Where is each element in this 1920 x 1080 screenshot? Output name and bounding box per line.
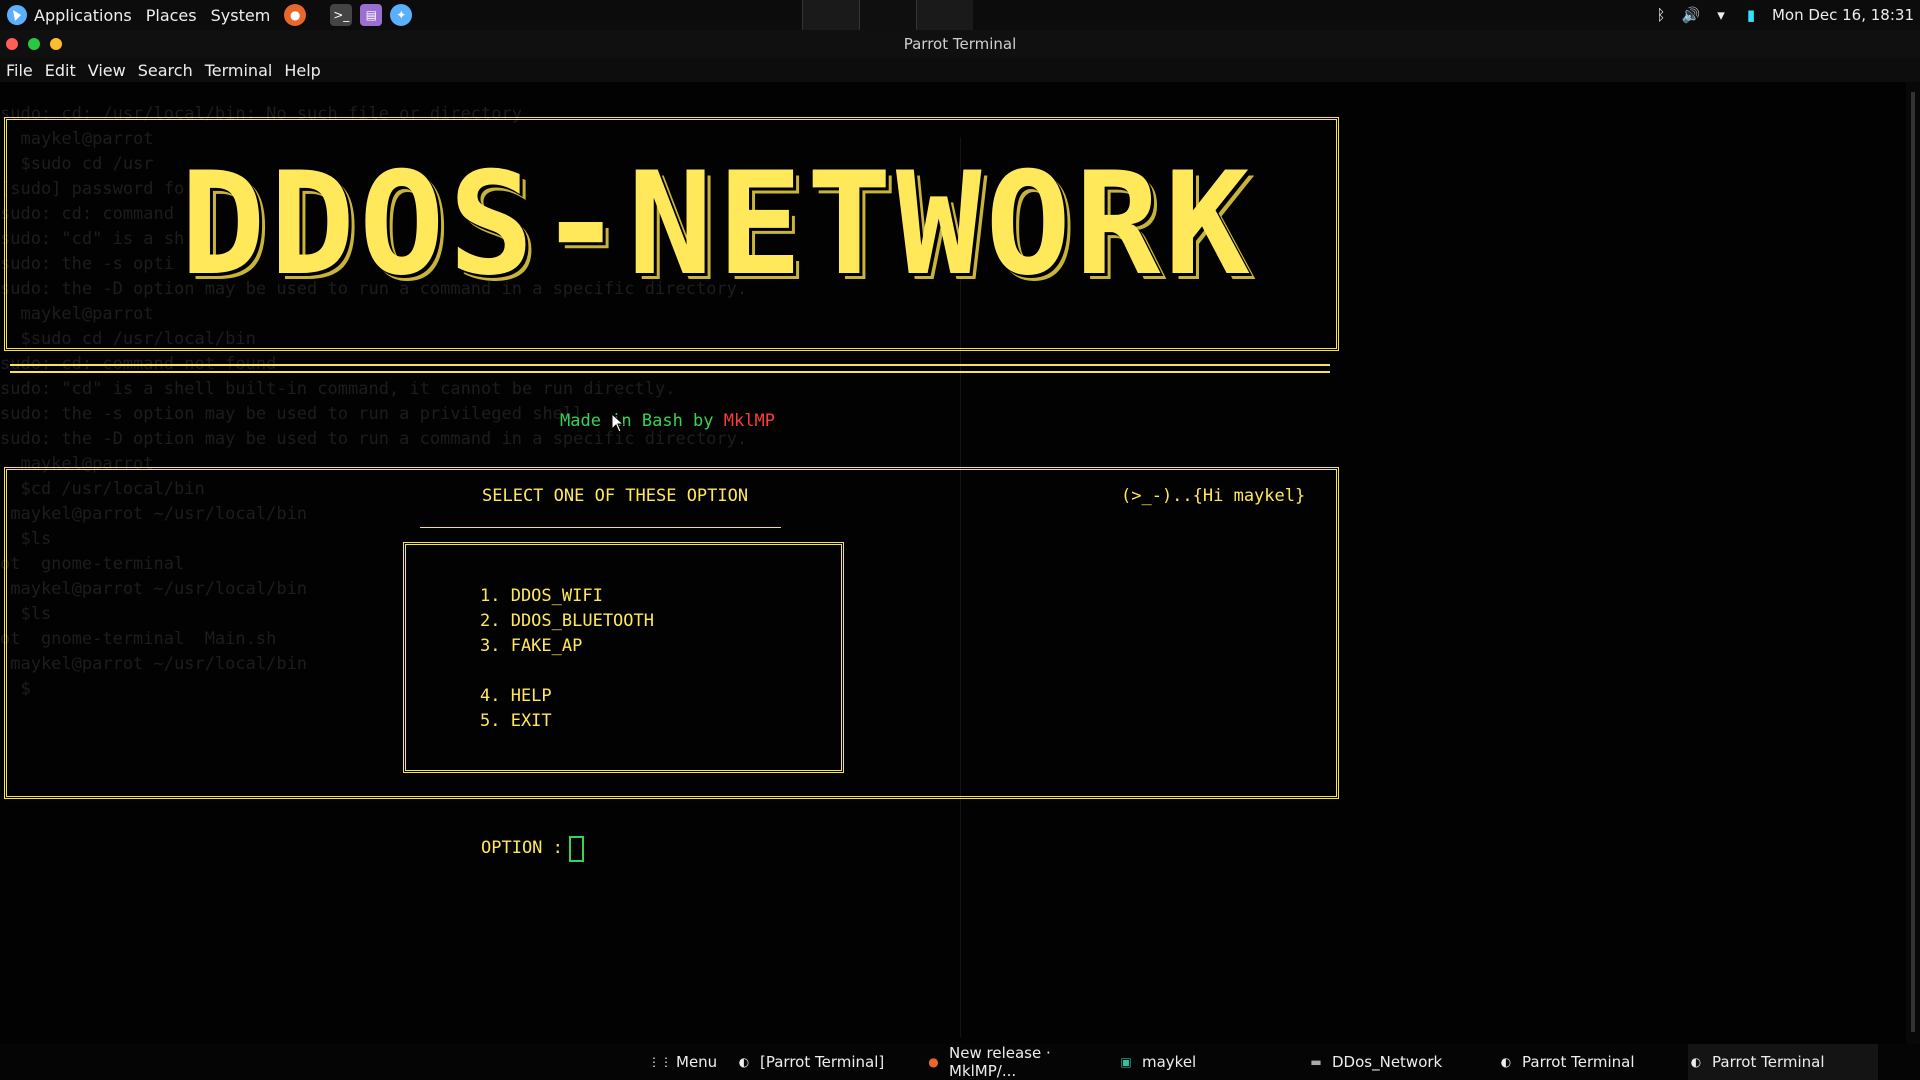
options-heading: SELECT ONE OF THESE OPTION	[482, 486, 749, 506]
applications-menu[interactable]: Applications	[34, 6, 132, 25]
window-title: Parrot Terminal	[903, 35, 1017, 53]
separator-line	[10, 364, 1330, 373]
terminal-icon: ◐	[1500, 1055, 1512, 1069]
taskbar-item-label: [Parrot Terminal]	[760, 1053, 885, 1071]
taskbar-item-maykel[interactable]: ▣ maykel	[1118, 1044, 1298, 1080]
option-help: 4. HELP	[480, 686, 552, 706]
taskbar-item-label: maykel	[1142, 1053, 1197, 1071]
workspace-1[interactable]	[802, 0, 859, 30]
terminal-icon: ◐	[738, 1055, 750, 1069]
menu-edit[interactable]: Edit	[45, 61, 76, 80]
places-menu[interactable]: Places	[146, 6, 197, 25]
taskbar-item-terminal-2[interactable]: ◐ Parrot Terminal	[1498, 1044, 1678, 1080]
menu-search[interactable]: Search	[138, 61, 193, 80]
mouse-pointer-icon	[611, 412, 625, 437]
settings-launcher-icon[interactable]: ✦	[390, 4, 413, 26]
option-ddos-wifi: 1. DDOS_WIFI	[480, 586, 603, 606]
menu-file[interactable]: File	[6, 61, 33, 80]
taskbar-item-terminal-3[interactable]: ◐ Parrot Terminal	[1688, 1044, 1878, 1080]
terminal-scrollbar[interactable]	[1906, 82, 1920, 1044]
taskbar-item-terminal-1[interactable]: ◐ [Parrot Terminal]	[736, 1044, 916, 1080]
taskbar-item-label: Parrot Terminal	[1522, 1053, 1635, 1071]
credit-prefix: Made in Bash by	[560, 411, 724, 431]
menu-terminal[interactable]: Terminal	[205, 61, 273, 80]
taskbar-item-label: DDos_Network	[1332, 1053, 1443, 1071]
terminal-launcher-icon[interactable]: >_	[330, 4, 353, 26]
firefox-icon[interactable]: ●	[284, 4, 307, 26]
taskbar-item-label: Parrot Terminal	[1712, 1053, 1825, 1071]
clock[interactable]: Mon Dec 16, 18:31	[1772, 6, 1914, 24]
wifi-icon[interactable]: ▾	[1712, 6, 1730, 24]
volume-icon[interactable]: 🔊	[1682, 6, 1701, 24]
credit-author: MklMP	[723, 411, 775, 431]
system-tray: ᛒ 🔊 ▾ ▮ Mon Dec 16, 18:31	[1652, 0, 1914, 30]
terminal-icon: ◐	[1690, 1055, 1702, 1069]
system-menu[interactable]: System	[211, 6, 271, 25]
heading-underline	[420, 527, 781, 528]
taskbar-menu-label: Menu	[676, 1053, 718, 1071]
workspace-2[interactable]	[859, 0, 916, 32]
text-editor-icon[interactable]: ▤	[360, 4, 383, 26]
workspace-3[interactable]	[916, 0, 973, 30]
taskbar-item-label: New release · MklMP/...	[949, 1044, 1051, 1080]
greeting-text: (>_-)..{Hi maykel}	[1121, 486, 1306, 506]
window-titlebar: Parrot Terminal	[0, 30, 1920, 58]
option-exit: 5. EXIT	[480, 711, 552, 731]
taskbar-menu-button[interactable]: ⋮⋮ Menu	[648, 1044, 718, 1080]
terminal-cursor[interactable]	[569, 836, 584, 862]
menu-view[interactable]: View	[88, 61, 126, 80]
workspace-switcher[interactable]	[802, 0, 973, 32]
menu-help[interactable]: Help	[284, 61, 320, 80]
firefox-icon: ●	[928, 1055, 939, 1069]
grid-menu-icon: ⋮⋮	[648, 1055, 672, 1069]
bluetooth-icon[interactable]: ᛒ	[1652, 6, 1670, 24]
folder-home-icon: ▣	[1120, 1055, 1132, 1069]
credit-line: Made in Bash by MklMP	[560, 411, 775, 431]
battery-icon[interactable]: ▮	[1742, 6, 1760, 24]
option-menu-box	[403, 542, 844, 773]
option-fake-ap: 3. FAKE_AP	[480, 636, 583, 656]
taskbar-item-browser[interactable]: ● New release · MklMP/...	[926, 1044, 1112, 1080]
banner-title: DDOS-NETWORK	[180, 142, 1254, 307]
parrot-logo-icon[interactable]	[6, 4, 28, 26]
terminal-menubar: File Edit View Search Terminal Help	[0, 58, 1920, 82]
top-panel: Applications Places System ● >_ ▤ ✦ ᛒ 🔊 …	[0, 0, 1920, 32]
option-prompt-label: OPTION :	[481, 838, 563, 858]
taskbar-item-ddos-network[interactable]: ▬ DDos_Network	[1308, 1044, 1488, 1080]
option-ddos-bluetooth: 2. DDOS_BLUETOOTH	[480, 611, 654, 631]
bottom-taskbar: ⋮⋮ Menu ◐ [Parrot Terminal] ● New releas…	[0, 1044, 1920, 1080]
folder-icon: ▬	[1310, 1055, 1322, 1069]
scrollbar-thumb[interactable]	[1911, 92, 1915, 1032]
